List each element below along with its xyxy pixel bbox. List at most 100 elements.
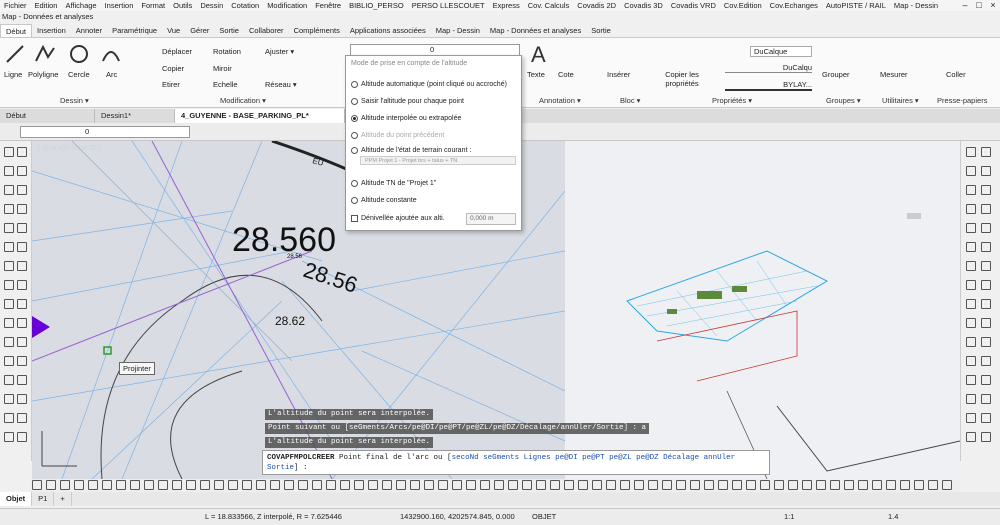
tool-icon[interactable] — [966, 204, 976, 214]
tool-icon[interactable] — [340, 480, 350, 490]
ribbon-tab[interactable]: Collaborer — [244, 24, 289, 37]
ribbon-tab[interactable]: Annoter — [71, 24, 107, 37]
circle-button[interactable]: Cercle — [68, 70, 90, 79]
ribbon-tab[interactable]: Vue — [162, 24, 185, 37]
properties-panel-label[interactable]: Propriétés ▾ — [712, 96, 752, 105]
radio-button[interactable] — [351, 180, 358, 187]
tool-icon[interactable] — [966, 318, 976, 328]
ribbon-tab[interactable]: Sortie — [214, 24, 244, 37]
tool-icon[interactable] — [4, 337, 14, 347]
tool-icon[interactable] — [966, 261, 976, 271]
dimension-button[interactable]: Cote — [558, 70, 574, 79]
tool-icon[interactable] — [981, 375, 991, 385]
tool-icon[interactable] — [17, 261, 27, 271]
menu-item[interactable]: Outils — [169, 0, 196, 11]
menu-item[interactable]: BIBLIO_PERSO — [345, 0, 408, 11]
menu-item[interactable]: Covadis VRD — [667, 0, 720, 11]
tool-icon[interactable] — [508, 480, 518, 490]
tool-icon[interactable] — [928, 480, 938, 490]
clipboard-panel-label[interactable]: Presse-papiers — [937, 96, 987, 105]
ribbon-tab[interactable]: Début — [0, 24, 33, 37]
utilities-panel-label[interactable]: Utilitaires ▾ — [882, 96, 919, 105]
tab-drawing1[interactable]: Dessin1* — [95, 109, 175, 123]
tool-icon[interactable] — [966, 432, 976, 442]
elevation-mode-option[interactable]: Altitude de l'état de terrain courant : — [351, 147, 471, 154]
menu-item[interactable]: Cov.Echanges — [766, 0, 822, 11]
tool-icon[interactable] — [981, 356, 991, 366]
circle-icon[interactable] — [68, 43, 90, 65]
tool-icon[interactable] — [354, 480, 364, 490]
radio-button[interactable] — [351, 132, 358, 139]
menu-item[interactable]: Dessin — [196, 0, 227, 11]
ribbon-tab[interactable]: Map - Dessin — [431, 24, 485, 37]
tab-model[interactable]: Objet — [0, 492, 33, 506]
menu-item[interactable]: Fichier — [0, 0, 31, 11]
text-icon[interactable]: A — [527, 43, 549, 65]
tool-icon[interactable] — [536, 480, 546, 490]
tool-icon[interactable] — [966, 299, 976, 309]
scale-button[interactable]: Echelle — [213, 80, 238, 89]
text-button[interactable]: Texte — [527, 70, 545, 79]
minimize-button[interactable]: – — [958, 0, 972, 11]
groups-panel-label[interactable]: Groupes ▾ — [826, 96, 861, 105]
tool-icon[interactable] — [17, 375, 27, 385]
radio-button[interactable] — [351, 81, 358, 88]
tool-icon[interactable] — [662, 480, 672, 490]
tool-icon[interactable] — [648, 480, 658, 490]
radio-button[interactable] — [351, 147, 358, 154]
tool-icon[interactable] — [592, 480, 602, 490]
tool-icon[interactable] — [634, 480, 644, 490]
tool-icon[interactable] — [4, 185, 14, 195]
tool-icon[interactable] — [17, 280, 27, 290]
tool-icon[interactable] — [858, 480, 868, 490]
ribbon-tab[interactable]: Applications associées — [345, 24, 431, 37]
polyline-button[interactable]: Polyligne — [28, 70, 58, 79]
tool-icon[interactable] — [382, 480, 392, 490]
tool-icon[interactable] — [228, 480, 238, 490]
viewcube[interactable] — [907, 213, 921, 219]
offset-checkbox[interactable] — [351, 215, 358, 222]
tool-icon[interactable] — [74, 480, 84, 490]
tool-icon[interactable] — [966, 375, 976, 385]
tool-icon[interactable] — [172, 480, 182, 490]
arc-button[interactable]: Arc — [106, 70, 117, 79]
menu-item[interactable]: AutoPISTE / RAIL — [822, 0, 890, 11]
tool-icon[interactable] — [746, 480, 756, 490]
tool-icon[interactable] — [774, 480, 784, 490]
ribbon-tab[interactable]: Gérer — [185, 24, 214, 37]
tool-icon[interactable] — [186, 480, 196, 490]
tool-icon[interactable] — [32, 480, 42, 490]
tool-icon[interactable] — [966, 337, 976, 347]
tool-icon[interactable] — [966, 394, 976, 404]
modify-panel-label[interactable]: Modification ▾ — [220, 96, 266, 105]
tool-icon[interactable] — [981, 242, 991, 252]
tool-icon[interactable] — [144, 480, 154, 490]
tool-icon[interactable] — [4, 356, 14, 366]
tool-icon[interactable] — [942, 480, 952, 490]
tool-icon[interactable] — [760, 480, 770, 490]
tool-icon[interactable] — [17, 394, 27, 404]
tool-icon[interactable] — [46, 480, 56, 490]
tool-icon[interactable] — [200, 480, 210, 490]
menu-item[interactable]: Insertion — [101, 0, 138, 11]
tool-icon[interactable] — [4, 261, 14, 271]
tool-icon[interactable] — [981, 318, 991, 328]
coordinates-display[interactable]: 1432900.160, 4202574.845, 0.000 — [400, 512, 515, 521]
tool-icon[interactable] — [981, 261, 991, 271]
tool-icon[interactable] — [676, 480, 686, 490]
tool-icon[interactable] — [480, 480, 490, 490]
menu-item[interactable]: Modification — [263, 0, 311, 11]
tool-icon[interactable] — [981, 185, 991, 195]
tool-icon[interactable] — [116, 480, 126, 490]
tool-icon[interactable] — [17, 432, 27, 442]
tool-icon[interactable] — [4, 147, 14, 157]
mirror-button[interactable]: Miroir — [213, 64, 232, 73]
tool-icon[interactable] — [242, 480, 252, 490]
radio-button[interactable] — [351, 115, 358, 122]
tool-icon[interactable] — [4, 242, 14, 252]
elevation-mode-option[interactable]: Altitude TN de "Projet 1" — [351, 180, 436, 187]
tool-icon[interactable] — [17, 204, 27, 214]
tool-icon[interactable] — [130, 480, 140, 490]
line-icon[interactable] — [4, 43, 26, 65]
tool-icon[interactable] — [214, 480, 224, 490]
